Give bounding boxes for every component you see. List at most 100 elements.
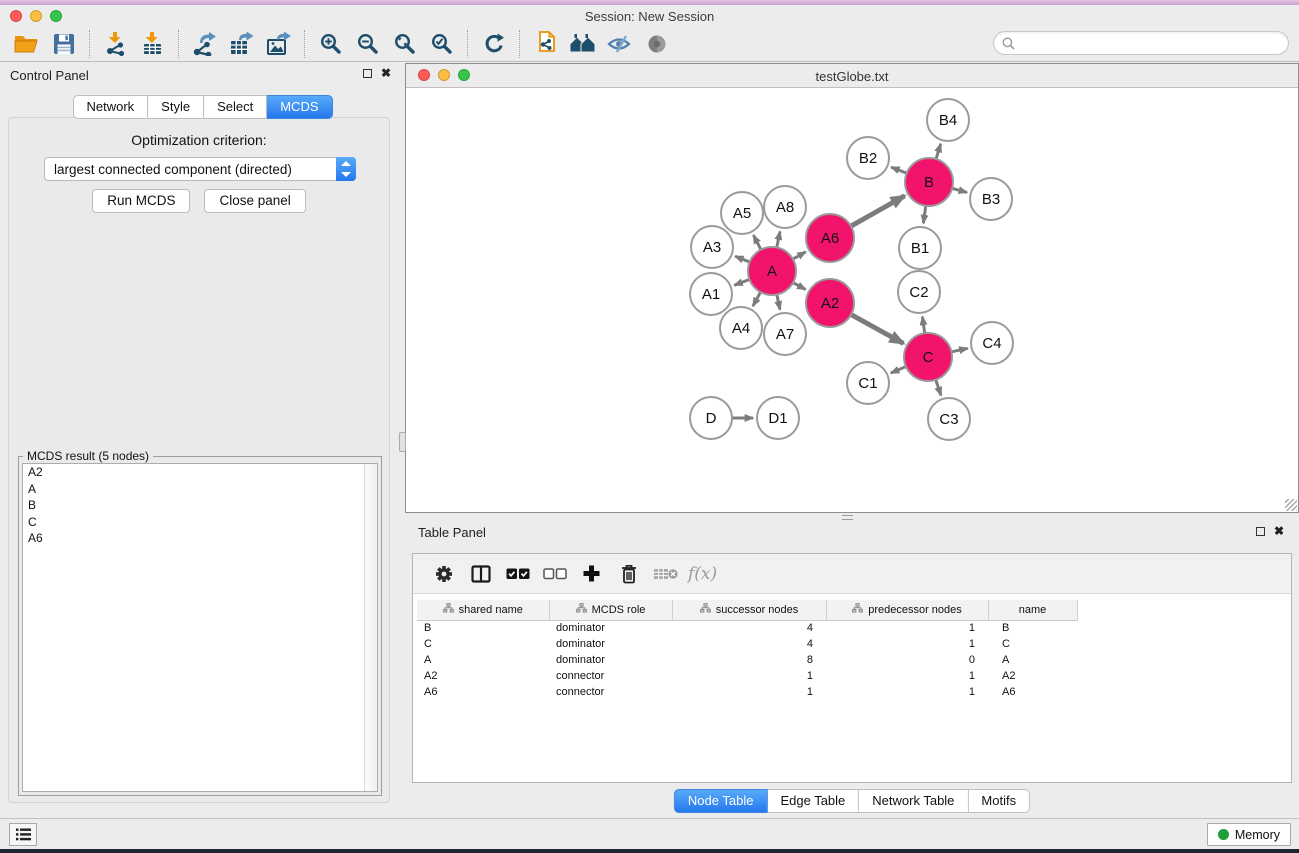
table-settings-button[interactable] [425, 558, 462, 590]
graph-node-C[interactable]: C [904, 333, 952, 381]
table-cell[interactable]: connector [549, 684, 672, 700]
graph-node-A8[interactable]: A8 [764, 186, 806, 228]
table-cell[interactable]: C [988, 636, 1077, 652]
home-button[interactable] [564, 29, 601, 59]
table-row[interactable]: Cdominator41C [417, 636, 1077, 652]
float-table-panel-icon[interactable] [1256, 527, 1265, 536]
graph-node-A7[interactable]: A7 [764, 313, 806, 355]
mcds-result-item[interactable]: A [23, 481, 377, 498]
table-cell[interactable]: 8 [672, 652, 826, 668]
tab-network[interactable]: Network [72, 95, 148, 119]
function-builder-button[interactable]: f(x) [688, 564, 717, 584]
task-history-button[interactable] [9, 823, 37, 846]
tab-select[interactable]: Select [204, 95, 267, 119]
dropdown-stepper-icon[interactable] [336, 157, 356, 181]
graph-node-C1[interactable]: C1 [847, 362, 889, 404]
graph-node-B2[interactable]: B2 [847, 137, 889, 179]
close-panel-button[interactable]: Close panel [204, 189, 305, 213]
graph-node-B3[interactable]: B3 [970, 178, 1012, 220]
network-document-button[interactable] [527, 29, 564, 59]
table-cell[interactable]: 0 [826, 652, 988, 668]
close-table-panel-icon[interactable]: ✖ [1274, 526, 1284, 536]
table-cell[interactable]: 4 [672, 636, 826, 652]
memory-button[interactable]: Memory [1207, 823, 1291, 846]
export-table-button[interactable] [223, 29, 260, 59]
column-header-predecessor-nodes[interactable]: predecessor nodes [826, 600, 988, 620]
export-network-button[interactable] [186, 29, 223, 59]
table-row[interactable]: Bdominator41B [417, 620, 1077, 636]
table-cell[interactable]: 1 [826, 620, 988, 636]
optimization-criterion-dropdown[interactable]: largest connected component (directed) [44, 157, 356, 181]
graph-node-A4[interactable]: A4 [720, 307, 762, 349]
table-cell[interactable]: 1 [826, 684, 988, 700]
table-cell[interactable]: A2 [417, 668, 549, 684]
table-cell[interactable]: 4 [672, 620, 826, 636]
graph-node-C4[interactable]: C4 [971, 322, 1013, 364]
show-panels-button[interactable] [638, 29, 675, 59]
table-cell[interactable]: B [417, 620, 549, 636]
table-row[interactable]: A6connector11A6 [417, 684, 1077, 700]
table-row[interactable]: A2connector11A2 [417, 668, 1077, 684]
graph-node-C3[interactable]: C3 [928, 398, 970, 440]
hide-panels-button[interactable] [601, 29, 638, 59]
column-header-successor-nodes[interactable]: successor nodes [672, 600, 826, 620]
close-panel-icon[interactable]: ✖ [381, 68, 391, 78]
table-cell[interactable]: B [988, 620, 1077, 636]
table-cell[interactable]: 1 [826, 636, 988, 652]
graph-node-A2[interactable]: A2 [806, 279, 854, 327]
table-cell[interactable]: dominator [549, 636, 672, 652]
refresh-view-button[interactable] [475, 29, 512, 59]
zoom-fit-button[interactable] [386, 29, 423, 59]
zoom-selected-button[interactable] [423, 29, 460, 59]
table-cell[interactable]: A [417, 652, 549, 668]
import-network-button[interactable] [97, 29, 134, 59]
save-session-button[interactable] [45, 29, 82, 59]
float-panel-icon[interactable] [363, 69, 372, 78]
table-cell[interactable]: dominator [549, 652, 672, 668]
mcds-result-item[interactable]: A6 [23, 530, 377, 547]
table-cell[interactable]: A [988, 652, 1077, 668]
graph-node-D[interactable]: D [690, 397, 732, 439]
delete-column-button[interactable] [610, 558, 647, 590]
delete-table-button[interactable] [647, 558, 684, 590]
graph-node-A6[interactable]: A6 [806, 214, 854, 262]
table-cell[interactable]: 1 [826, 668, 988, 684]
zoom-out-button[interactable] [349, 29, 386, 59]
select-all-button[interactable] [499, 558, 536, 590]
tab-node-table[interactable]: Node Table [674, 789, 768, 813]
graph-node-B4[interactable]: B4 [927, 99, 969, 141]
table-cell[interactable]: 1 [672, 684, 826, 700]
window-resize-handle[interactable] [1285, 499, 1297, 511]
run-mcds-button[interactable]: Run MCDS [92, 189, 190, 213]
network-canvas[interactable]: B4B2BB3A5A8A6B1A3AA1C2A2A4A7C4CC1C3DD1 [406, 88, 1298, 512]
table-cell[interactable]: A6 [988, 684, 1077, 700]
tab-motifs[interactable]: Motifs [968, 789, 1030, 813]
table-cell[interactable]: dominator [549, 620, 672, 636]
column-header-name[interactable]: name [988, 600, 1077, 620]
column-header-MCDS-role[interactable]: MCDS role [549, 600, 672, 620]
table-cell[interactable]: A6 [417, 684, 549, 700]
mcds-result-item[interactable]: C [23, 514, 377, 531]
export-image-button[interactable] [260, 29, 297, 59]
table-cell[interactable]: A2 [988, 668, 1077, 684]
open-session-button[interactable] [8, 29, 45, 59]
tab-network-table[interactable]: Network Table [859, 789, 968, 813]
splitter-grip-horizontal[interactable] [842, 515, 853, 520]
search-input[interactable] [1020, 36, 1280, 50]
show-column-button[interactable] [462, 558, 499, 590]
graph-node-A[interactable]: A [748, 247, 796, 295]
import-table-button[interactable] [134, 29, 171, 59]
splitter-grip-vertical[interactable] [399, 432, 406, 452]
create-column-button[interactable] [573, 558, 610, 590]
table-cell[interactable]: C [417, 636, 549, 652]
search-field[interactable] [993, 31, 1289, 55]
table-cell[interactable]: 1 [672, 668, 826, 684]
table-cell[interactable]: connector [549, 668, 672, 684]
graph-edge-A2-C[interactable] [849, 314, 903, 344]
graph-edge-A6-B[interactable] [849, 196, 904, 227]
graph-node-A5[interactable]: A5 [721, 192, 763, 234]
graph-node-D1[interactable]: D1 [757, 397, 799, 439]
column-header-shared-name[interactable]: shared name [417, 600, 549, 620]
tab-style[interactable]: Style [148, 95, 204, 119]
result-scrollbar[interactable] [364, 464, 377, 791]
